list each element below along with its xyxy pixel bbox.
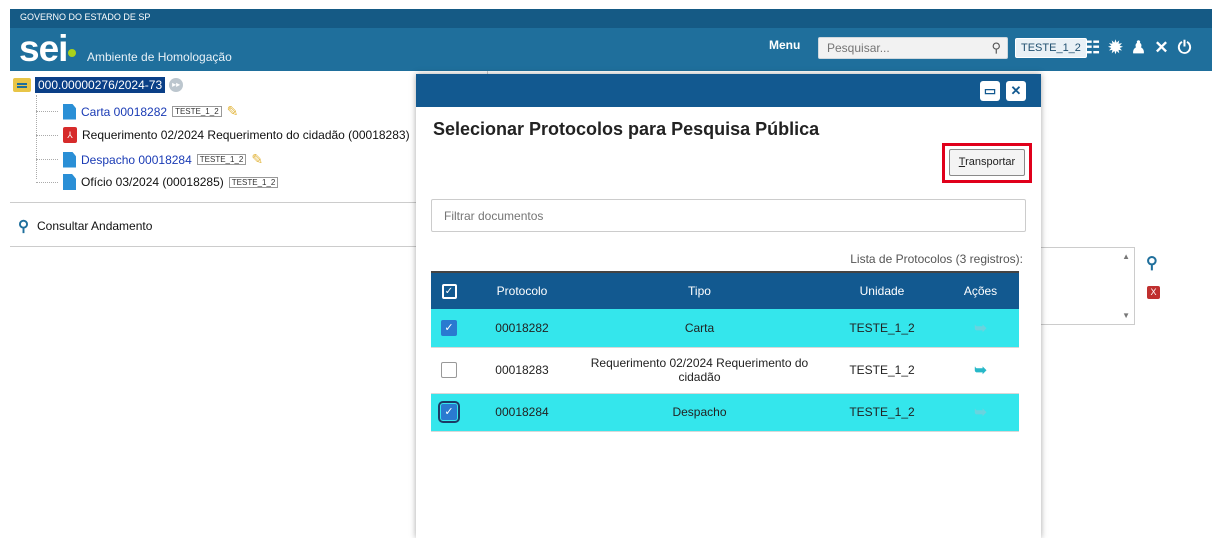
environment-label: Ambiente de Homologação	[87, 50, 232, 64]
table-row[interactable]: ✓ 00018282 Carta TESTE_1_2 ➥	[431, 309, 1019, 347]
tree-document[interactable]: ⅄ Requerimento 02/2024 Requerimento do c…	[36, 127, 410, 143]
cell-acoes: ➥	[942, 309, 1019, 347]
table-row[interactable]: 00018283 Requerimento 02/2024 Requerimen…	[431, 347, 1019, 393]
row-checkbox[interactable]	[441, 362, 457, 378]
protocol-table: ✓ Protocolo Tipo Unidade Ações ✓ 0001828…	[431, 271, 1019, 432]
document-label[interactable]: Carta 00018282	[81, 105, 167, 119]
tree-document[interactable]: Despacho 00018284 TESTE_1_2 ✎	[36, 151, 263, 168]
alert-icon[interactable]: ✹	[1106, 37, 1125, 59]
cell-unidade: TESTE_1_2	[849, 320, 915, 335]
row-select-cell	[431, 347, 467, 393]
row-checkbox[interactable]: ✓	[438, 401, 460, 423]
document-label[interactable]: Ofício 03/2024 (00018285)	[81, 175, 224, 189]
pencil-icon: ✎	[251, 151, 264, 167]
row-select-cell: ✓	[431, 309, 467, 347]
consult-label[interactable]: Consultar Andamento	[37, 219, 152, 233]
maximize-icon[interactable]: ▭	[980, 81, 1000, 101]
unit-selector[interactable]: TESTE_1_2	[1015, 38, 1087, 58]
transport-row-icon[interactable]: ➥	[974, 362, 987, 379]
col-tipo: Tipo	[688, 284, 711, 298]
filter-box	[431, 199, 1026, 232]
logo-dot	[68, 49, 77, 57]
background-listbox[interactable]: ▲ ▼	[1040, 247, 1135, 325]
table-row[interactable]: ✓ 00018284 Despacho TESTE_1_2 ➥	[431, 393, 1019, 431]
col-acoes: Ações	[963, 284, 998, 298]
document-label[interactable]: Requerimento 02/2024 Requerimento do cid…	[82, 128, 410, 142]
cell-tipo: Despacho	[672, 405, 727, 419]
app-window: GOVERNO DO ESTADO DE SP sei Ambiente de …	[0, 0, 1212, 538]
transport-row-icon[interactable]: ➥	[974, 404, 987, 421]
search-box: ⚲	[818, 37, 1008, 59]
tree-branch	[36, 111, 58, 112]
search-icon[interactable]: ⚲	[991, 40, 1001, 56]
table-header: ✓ Protocolo Tipo Unidade Ações	[431, 272, 1019, 309]
table-caption: Lista de Protocolos (3 registros):	[850, 252, 1023, 266]
search-icon[interactable]: ⚲	[1146, 253, 1158, 273]
modal-titlebar: ▭ ✕	[416, 74, 1041, 107]
scroll-down-icon[interactable]: ▼	[1122, 311, 1130, 320]
tree-document[interactable]: Ofício 03/2024 (00018285) TESTE_1_2	[36, 174, 279, 190]
cell-protocolo: 00018283	[495, 363, 549, 377]
power-icon[interactable]: ⏻	[1175, 37, 1194, 59]
tree-branch	[36, 181, 58, 183]
folder-icon	[13, 78, 31, 92]
protocol-select-modal: ▭ ✕ Selecionar Protocolos para Pesquisa …	[416, 74, 1041, 538]
col-protocolo: Protocolo	[496, 284, 548, 298]
scroll-up-icon[interactable]: ▲	[1122, 252, 1130, 261]
search-input[interactable]	[819, 38, 979, 58]
app-header: sei Ambiente de Homologação Menu ⚲ TESTE…	[10, 28, 1212, 71]
transport-button[interactable]: Transportar	[949, 149, 1025, 176]
unit-tag: TESTE_1_2	[228, 176, 279, 188]
close-icon[interactable]: ✕	[1006, 81, 1026, 101]
tree-document[interactable]: Carta 00018282 TESTE_1_2 ✎	[36, 103, 238, 120]
filter-input[interactable]	[432, 200, 1025, 231]
row-checkbox[interactable]: ✓	[441, 319, 457, 336]
tree-branch	[36, 159, 58, 160]
select-all-checkbox[interactable]: ✓	[441, 284, 457, 299]
tools-icon[interactable]: ✕	[1152, 37, 1171, 59]
header-icons: ☷ ✹ ♟ ✕ ⏻	[1083, 37, 1194, 59]
transport-label: ransportar	[965, 156, 1016, 168]
menu-link[interactable]: Menu	[769, 38, 800, 52]
pdf-icon: ⅄	[63, 127, 77, 143]
cell-acoes: ➥	[942, 347, 1019, 393]
cell-unidade: TESTE_1_2	[849, 363, 915, 377]
document-icon	[63, 103, 76, 120]
process-number[interactable]: 000.00000276/2024-73	[35, 77, 166, 93]
col-unidade: Unidade	[859, 284, 905, 298]
process-node[interactable]: 000.00000276/2024-73 ▸▸	[13, 77, 184, 93]
cell-tipo: Requerimento 02/2024 Requerimento do cid…	[590, 356, 809, 384]
gov-bar: GOVERNO DO ESTADO DE SP	[10, 9, 1212, 28]
remove-icon[interactable]: X	[1147, 286, 1160, 299]
list-icon[interactable]: ☷	[1083, 37, 1102, 59]
row-select-cell: ✓	[431, 393, 467, 431]
cell-unidade: TESTE_1_2	[849, 405, 915, 419]
pencil-icon: ✎	[226, 103, 239, 119]
user-icon[interactable]: ♟	[1129, 37, 1148, 59]
consult-progress-link[interactable]: ⚲ Consultar Andamento	[18, 217, 152, 235]
cell-tipo: Carta	[684, 320, 715, 335]
transport-row-icon[interactable]: ➥	[974, 320, 987, 337]
cell-protocolo: 00018284	[495, 405, 549, 419]
document-icon	[63, 151, 76, 168]
modal-title: Selecionar Protocolos para Pesquisa Públ…	[433, 119, 820, 139]
cell-acoes: ➥	[942, 393, 1019, 431]
tree-branch	[36, 134, 58, 136]
document-label[interactable]: Despacho 00018284	[81, 153, 192, 167]
unit-tag: TESTE_1_2	[172, 106, 222, 117]
search-icon: ⚲	[18, 218, 29, 235]
logo-text: sei	[19, 28, 68, 69]
sei-logo[interactable]: sei	[19, 28, 77, 70]
document-icon	[63, 174, 76, 190]
select-all-header[interactable]: ✓	[431, 272, 467, 309]
unit-tag: TESTE_1_2	[196, 154, 247, 165]
fast-forward-icon[interactable]: ▸▸	[169, 78, 184, 92]
cell-protocolo: 00018282	[495, 320, 549, 335]
